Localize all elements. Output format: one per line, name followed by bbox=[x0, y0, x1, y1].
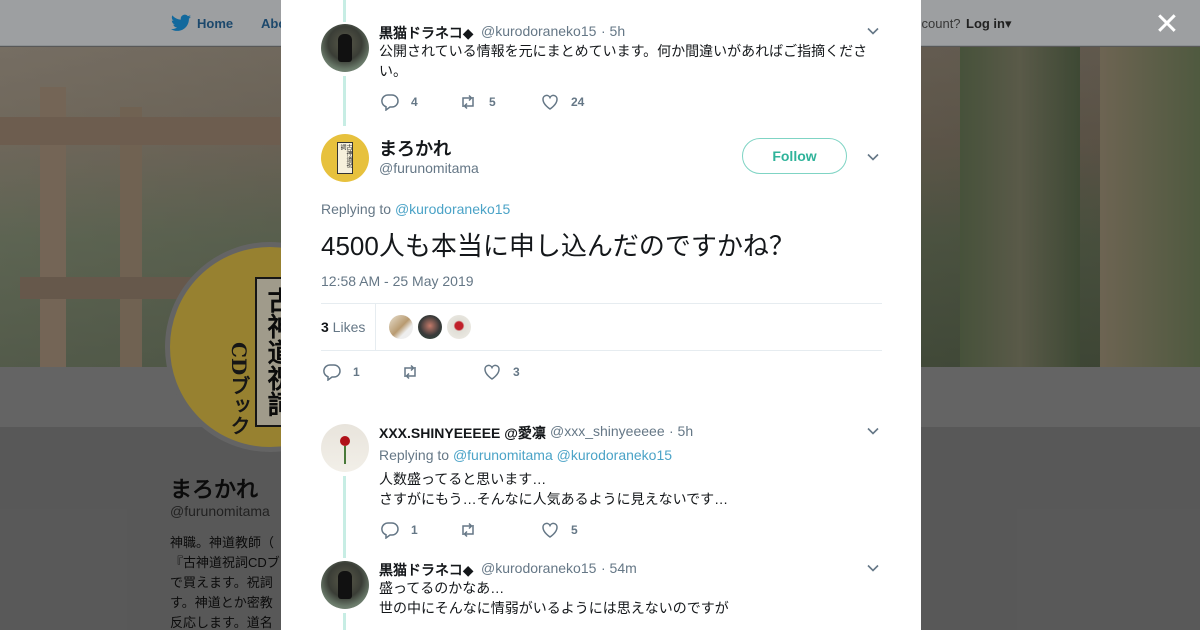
reply-button[interactable]: 1 bbox=[381, 521, 418, 539]
like-count: 5 bbox=[571, 523, 578, 537]
heart-icon bbox=[542, 522, 558, 538]
follow-button[interactable]: Follow bbox=[742, 138, 847, 174]
tweet-time[interactable]: · 54m bbox=[601, 560, 637, 576]
tweet-text-line: 盛ってるのかなあ… bbox=[379, 580, 505, 596]
heart-icon bbox=[542, 94, 558, 110]
chevron-down-icon[interactable] bbox=[865, 150, 881, 166]
retweet-icon bbox=[462, 94, 474, 110]
like-button[interactable]: 24 bbox=[541, 93, 584, 111]
mention-link[interactable]: @furunomitama bbox=[453, 447, 553, 463]
avatar[interactable]: 古神道祝詞 bbox=[321, 134, 369, 182]
avatar[interactable] bbox=[321, 24, 369, 72]
tweet-timestamp[interactable]: 12:58 AM - 25 May 2019 bbox=[321, 273, 474, 289]
tweet-author-handle[interactable]: @kurodoraneko15 bbox=[481, 23, 596, 39]
tweet-author-handle[interactable]: @kurodoraneko15 bbox=[481, 560, 596, 576]
tweet-text-line: 人数盛ってると思います… bbox=[379, 471, 547, 487]
retweet-count: 5 bbox=[489, 95, 496, 109]
reply-icon bbox=[323, 364, 341, 381]
reply-count: 4 bbox=[411, 95, 418, 109]
liker-avatar[interactable] bbox=[418, 315, 442, 339]
retweet-button[interactable] bbox=[401, 363, 431, 381]
retweet-button[interactable] bbox=[459, 521, 489, 539]
likes-stat[interactable]: 3 Likes bbox=[321, 319, 365, 335]
replying-prefix: Replying to bbox=[379, 447, 453, 463]
like-button[interactable]: 5 bbox=[541, 521, 578, 539]
tweet-author-name[interactable]: まろかれ bbox=[379, 135, 451, 161]
tweet-text-line: 世の中にそんなに情弱がいるようには思えないのですが bbox=[379, 600, 729, 616]
reply-icon bbox=[381, 522, 399, 539]
tweet-author-handle[interactable]: @xxx_shinyeeeee bbox=[550, 423, 665, 439]
retweet-icon bbox=[404, 364, 416, 380]
tweet-text: 公開されている情報を元にまとめています。何か間違いがあればご指摘ください。 bbox=[379, 43, 868, 79]
like-count: 24 bbox=[571, 95, 585, 109]
avatar[interactable] bbox=[321, 561, 369, 609]
thread-connector bbox=[343, 0, 346, 22]
avatar[interactable] bbox=[321, 424, 369, 472]
tweet-author-name[interactable]: 黒猫ドラネコ◆ bbox=[379, 23, 474, 43]
like-button[interactable]: 3 bbox=[483, 363, 520, 381]
replying-to: Replying to @kurodoraneko15 bbox=[321, 201, 510, 217]
mention-link[interactable]: @kurodoraneko15 bbox=[557, 447, 672, 463]
tweet-permalink-modal: 黒猫ドラネコ◆ @kurodoraneko15 · 5h 公開されている情報を元… bbox=[281, 0, 921, 630]
chevron-down-icon[interactable] bbox=[865, 24, 881, 40]
tweet-text-line: さすがにもう…そんなに人気あるように見えないです… bbox=[379, 491, 729, 507]
reply-icon bbox=[381, 94, 399, 111]
tweet-author-name[interactable]: 黒猫ドラネコ◆ bbox=[379, 560, 474, 580]
likes-number: 3 bbox=[321, 319, 329, 335]
liker-avatar[interactable] bbox=[389, 315, 413, 339]
close-icon[interactable]: ✕ bbox=[1152, 10, 1182, 40]
replying-prefix: Replying to bbox=[321, 201, 395, 217]
reply-button[interactable]: 4 bbox=[381, 93, 418, 111]
replying-to: Replying to @furunomitama @kurodoraneko1… bbox=[379, 445, 672, 465]
tweet-stats: 3 Likes bbox=[321, 303, 882, 351]
thread-connector bbox=[343, 76, 346, 126]
tweet-actions: 1 3 bbox=[321, 362, 882, 386]
tweet-author-handle[interactable]: @furunomitama bbox=[379, 160, 479, 176]
mention-link[interactable]: @kurodoraneko15 bbox=[395, 201, 510, 217]
reply-button[interactable]: 1 bbox=[323, 363, 360, 381]
reply-count: 1 bbox=[411, 523, 418, 537]
tweet-time[interactable]: · 5h bbox=[669, 423, 693, 439]
retweet-button[interactable]: 5 bbox=[459, 93, 496, 111]
heart-icon bbox=[484, 364, 500, 380]
chevron-down-icon[interactable] bbox=[865, 424, 881, 440]
thread-connector bbox=[343, 476, 346, 558]
chevron-down-icon[interactable] bbox=[865, 561, 881, 577]
tweet-time[interactable]: · 5h bbox=[601, 23, 625, 39]
likes-label: Likes bbox=[328, 319, 366, 335]
avatar-card-text: 古神道祝詞 bbox=[337, 142, 353, 174]
retweet-icon bbox=[462, 522, 474, 538]
thread-connector bbox=[343, 613, 346, 630]
tweet-text: 4500人も本当に申し込んだのですかね？ bbox=[321, 231, 795, 261]
tweet-author-name[interactable]: XXX.SHINYEEEEE @愛凛 bbox=[379, 423, 546, 443]
reply-count: 1 bbox=[353, 365, 360, 379]
liker-avatar[interactable] bbox=[447, 315, 471, 339]
like-count: 3 bbox=[513, 365, 520, 379]
